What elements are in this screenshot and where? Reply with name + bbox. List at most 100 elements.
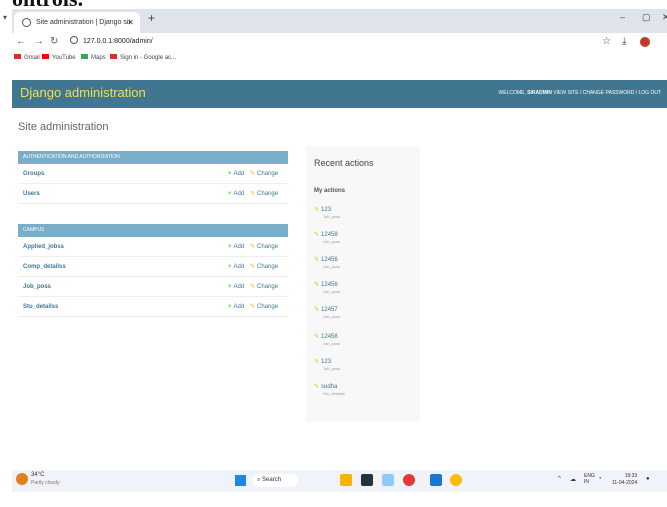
recent-action-item[interactable]: ✎ 12456 Job_poss [314, 281, 340, 294]
taskbar-search[interactable]: ⌕ Search [252, 474, 298, 487]
add-icon: + [228, 304, 232, 310]
add-link[interactable]: + Add [228, 297, 244, 317]
change-link[interactable]: ✎ Change [250, 237, 278, 257]
maximize-icon[interactable]: ▢ [642, 12, 651, 23]
model-row-job-poss: Job_poss + Add ✎ Change [18, 277, 288, 297]
weather-icon[interactable] [16, 473, 28, 485]
file-explorer-icon[interactable] [340, 474, 352, 486]
task-view-icon[interactable] [361, 474, 373, 486]
back-icon[interactable]: ← [16, 36, 26, 47]
maps-icon [81, 54, 88, 59]
recent-action-item[interactable]: ✎ 123 Job_poss [314, 206, 340, 219]
add-icon: + [228, 171, 232, 177]
windows-taskbar: 34°C Partly cloudy ⌕ Search ^ ☁ ENG IN ◔ … [12, 470, 667, 492]
browser-tab-strip: ▾ Site administration | Django sit ✕ + –… [3, 9, 667, 33]
bookmark-youtube[interactable]: YouTube [42, 54, 76, 61]
add-link[interactable]: + Add [228, 277, 244, 297]
recent-action-item[interactable]: ✎ 12457 Job_poss [314, 306, 340, 319]
bookmark-google-signin[interactable]: Sign in - Google ac... [110, 54, 176, 61]
pencil-icon: ✎ [250, 244, 256, 250]
reload-icon[interactable]: ↻ [50, 36, 58, 47]
model-link[interactable]: Applied_jobss [23, 237, 64, 257]
recent-action-item[interactable]: ✎ 12458 Job_poss [314, 333, 340, 346]
tab-title: Site administration | Django sit [36, 19, 131, 26]
model-link[interactable]: Users [23, 184, 40, 204]
module-caption[interactable]: Campus [18, 224, 288, 237]
pencil-icon: ✎ [314, 232, 320, 238]
windows-start-icon[interactable] [235, 475, 246, 486]
model-link[interactable]: Job_poss [23, 277, 51, 297]
pencil-icon: ✎ [250, 191, 256, 197]
tray-chevron-icon[interactable]: ^ [558, 476, 561, 482]
add-link[interactable]: + Add [228, 184, 244, 204]
site-info-icon[interactable] [70, 36, 78, 44]
model-link[interactable]: Groups [23, 164, 44, 184]
pencil-icon: ✎ [314, 384, 320, 390]
opera-icon[interactable] [403, 474, 415, 486]
bookmark-maps[interactable]: Maps [81, 54, 106, 61]
pencil-icon: ✎ [314, 207, 320, 213]
model-row-applied-jobss: Applied_jobss + Add ✎ Change [18, 237, 288, 257]
add-icon: + [228, 264, 232, 270]
change-link[interactable]: ✎ Change [250, 184, 278, 204]
forward-icon[interactable]: → [34, 36, 44, 47]
recent-action-item[interactable]: ✎ 123 Job_poss [314, 358, 340, 371]
address-bar[interactable]: 127.0.0.1:8000/admin/ [70, 36, 153, 48]
change-link[interactable]: ✎ Change [250, 257, 278, 277]
user-tool-links[interactable]: VIEW SITE / CHANGE PASSWORD / LOG OUT [553, 90, 661, 96]
site-branding[interactable]: Django administration [20, 85, 146, 100]
chrome-icon[interactable] [450, 474, 462, 486]
add-icon: + [228, 191, 232, 197]
recent-action-item[interactable]: ✎ sudha Stu_detailss [314, 383, 345, 396]
bookmark-star-icon[interactable]: ☆ [602, 36, 611, 47]
page-title: Site administration [18, 121, 109, 133]
model-row-groups: Groups + Add ✎ Change [18, 164, 288, 184]
add-link[interactable]: + Add [228, 164, 244, 184]
network-icon[interactable]: ◔ [598, 476, 602, 482]
model-row-comp-detailss: Comp_detailss + Add ✎ Change [18, 257, 288, 277]
add-link[interactable]: + Add [228, 237, 244, 257]
change-link[interactable]: ✎ Change [250, 277, 278, 297]
app-module-auth: Authentication and Authorization Groups … [18, 151, 288, 204]
recent-actions-panel: Recent actions My actions ✎ 123 Job_poss ✎… [306, 146, 420, 422]
recent-actions-title: Recent actions [314, 158, 374, 168]
app-module-campus: Campus Applied_jobss + Add ✎ Change Comp_d… [18, 224, 288, 317]
django-favicon-icon [22, 18, 31, 27]
username: SIRADMIN [527, 90, 552, 96]
add-link[interactable]: + Add [228, 257, 244, 277]
add-icon: + [228, 284, 232, 290]
vscode-icon[interactable] [430, 474, 442, 486]
add-icon: + [228, 244, 232, 250]
gmail-icon [110, 54, 117, 59]
downloads-icon[interactable]: ⤓ [622, 36, 626, 47]
url-text: 127.0.0.1:8000/admin/ [83, 38, 153, 45]
new-tab-icon[interactable]: + [148, 11, 155, 25]
change-link[interactable]: ✎ Change [250, 297, 278, 317]
profile-avatar[interactable] [640, 37, 650, 47]
bookmark-gmail[interactable]: Gmail [14, 54, 40, 61]
notification-bell-icon[interactable]: ● [646, 476, 650, 482]
browser-tab[interactable]: Site administration | Django sit ✕ [14, 12, 140, 33]
youtube-icon [42, 54, 49, 59]
browser-toolbar: ← → ↻ 127.0.0.1:8000/admin/ ☆ ⤓ [12, 33, 667, 52]
tab-close-icon[interactable]: ✕ [127, 12, 134, 33]
taskbar-clock[interactable]: 19:33 11-04-2024 [612, 473, 637, 487]
pencil-icon: ✎ [314, 359, 320, 365]
recent-action-item[interactable]: ✎ 12456 Job_poss [314, 256, 340, 269]
module-caption[interactable]: Authentication and Authorization [18, 151, 288, 164]
minimize-icon[interactable]: – [620, 12, 625, 22]
model-link[interactable]: Stu_detailss [23, 297, 58, 317]
weather-temperature: 34°C [31, 472, 45, 478]
recent-action-item[interactable]: ✎ 12458 Job_poss [314, 231, 340, 244]
change-link[interactable]: ✎ Change [250, 164, 278, 184]
close-window-icon[interactable]: ✕ [662, 12, 667, 23]
model-link[interactable]: Comp_detailss [23, 257, 66, 277]
language-indicator[interactable]: ENG IN [584, 473, 595, 485]
pencil-icon: ✎ [314, 257, 320, 263]
tab-search-icon[interactable]: ▾ [3, 13, 7, 22]
user-tools: WELCOME, SIRADMIN VIEW SITE / CHANGE PAS… [498, 90, 661, 96]
pencil-icon: ✎ [314, 307, 320, 313]
onedrive-icon[interactable]: ☁ [570, 476, 576, 483]
edge-icon[interactable] [382, 474, 394, 486]
bookmarks-bar: Gmail YouTube Maps Sign in - Google ac..… [12, 52, 667, 64]
